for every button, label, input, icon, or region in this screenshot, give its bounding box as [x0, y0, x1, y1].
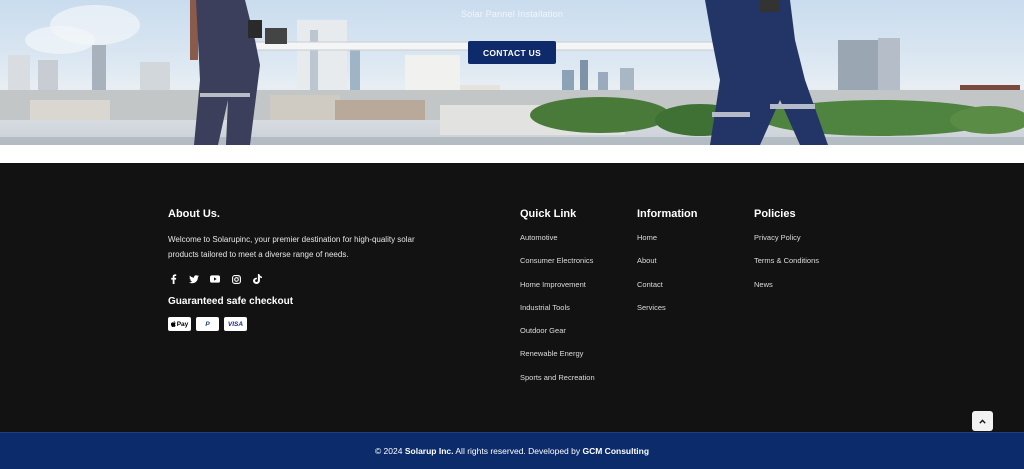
copyright-bar: © 2024 Solarup Inc. All rights reserved.… — [0, 432, 1024, 469]
copyright-middle: All rights reserved. Developed by — [453, 446, 583, 456]
info-link-home[interactable]: Home — [637, 233, 698, 256]
scroll-to-top-button[interactable] — [972, 411, 993, 431]
payment-methods: Pay P VISA — [168, 317, 438, 331]
quick-link-column: Quick Link Automotive Consumer Electroni… — [520, 208, 595, 396]
policies-column: Policies Privacy Policy Terms & Conditio… — [754, 208, 819, 303]
hero-banner: Solar Pannel Installation CONTACT US — [0, 0, 1024, 145]
info-link-contact[interactable]: Contact — [637, 280, 698, 303]
chevron-up-icon — [979, 418, 986, 424]
twitter-icon[interactable] — [189, 274, 199, 284]
visa-label: VISA — [227, 320, 244, 328]
company-name: Solarup Inc. — [404, 446, 454, 456]
youtube-icon[interactable] — [210, 274, 220, 284]
quick-link-title: Quick Link — [520, 208, 577, 220]
policies-list: Privacy Policy Terms & Conditions News — [754, 233, 819, 303]
instagram-icon[interactable] — [231, 274, 241, 284]
hero-image — [0, 0, 1024, 145]
contact-us-button[interactable]: CONTACT US — [468, 41, 556, 64]
quick-link-outdoor-gear[interactable]: Outdoor Gear — [520, 326, 595, 349]
footer: About Us. Welcome to Solarupinc, your pr… — [0, 163, 1024, 432]
section-divider — [0, 145, 1024, 163]
hero-subtitle: Solar Pannel Installation — [460, 9, 564, 19]
social-links — [168, 274, 438, 284]
checkout-title: Guaranteed safe checkout — [168, 296, 294, 307]
quick-link-consumer-electronics[interactable]: Consumer Electronics — [520, 256, 595, 279]
paypal-label: P — [205, 320, 210, 328]
quick-link-sports-recreation[interactable]: Sports and Recreation — [520, 373, 595, 396]
info-link-services[interactable]: Services — [637, 303, 698, 326]
apple-pay-label: Pay — [176, 320, 189, 328]
facebook-icon[interactable] — [168, 274, 178, 284]
information-title: Information — [637, 208, 698, 220]
about-section: About Us. Welcome to Solarupinc, your pr… — [168, 208, 438, 331]
tiktok-icon[interactable] — [252, 274, 262, 284]
paypal-icon: P — [196, 317, 219, 331]
quick-link-renewable-energy[interactable]: Renewable Energy — [520, 349, 595, 372]
information-list: Home About Contact Services — [637, 233, 698, 326]
copyright-prefix: © 2024 — [374, 446, 405, 456]
apple-pay-icon: Pay — [168, 317, 191, 331]
policy-link-privacy[interactable]: Privacy Policy — [754, 233, 819, 256]
quick-link-automotive[interactable]: Automotive — [520, 233, 595, 256]
visa-icon: VISA — [224, 317, 247, 331]
quick-link-list: Automotive Consumer Electronics Home Imp… — [520, 233, 595, 396]
quick-link-industrial-tools[interactable]: Industrial Tools — [520, 303, 595, 326]
developer-name[interactable]: GCM Consulting — [582, 446, 649, 456]
policy-link-terms[interactable]: Terms & Conditions — [754, 256, 819, 279]
information-column: Information Home About Contact Services — [637, 208, 698, 326]
policies-title: Policies — [754, 208, 796, 220]
quick-link-home-improvement[interactable]: Home Improvement — [520, 280, 595, 303]
info-link-about[interactable]: About — [637, 256, 698, 279]
about-title: About Us. — [168, 208, 220, 220]
about-text: Welcome to Solarupinc, your premier dest… — [168, 235, 415, 259]
policy-link-news[interactable]: News — [754, 280, 819, 303]
